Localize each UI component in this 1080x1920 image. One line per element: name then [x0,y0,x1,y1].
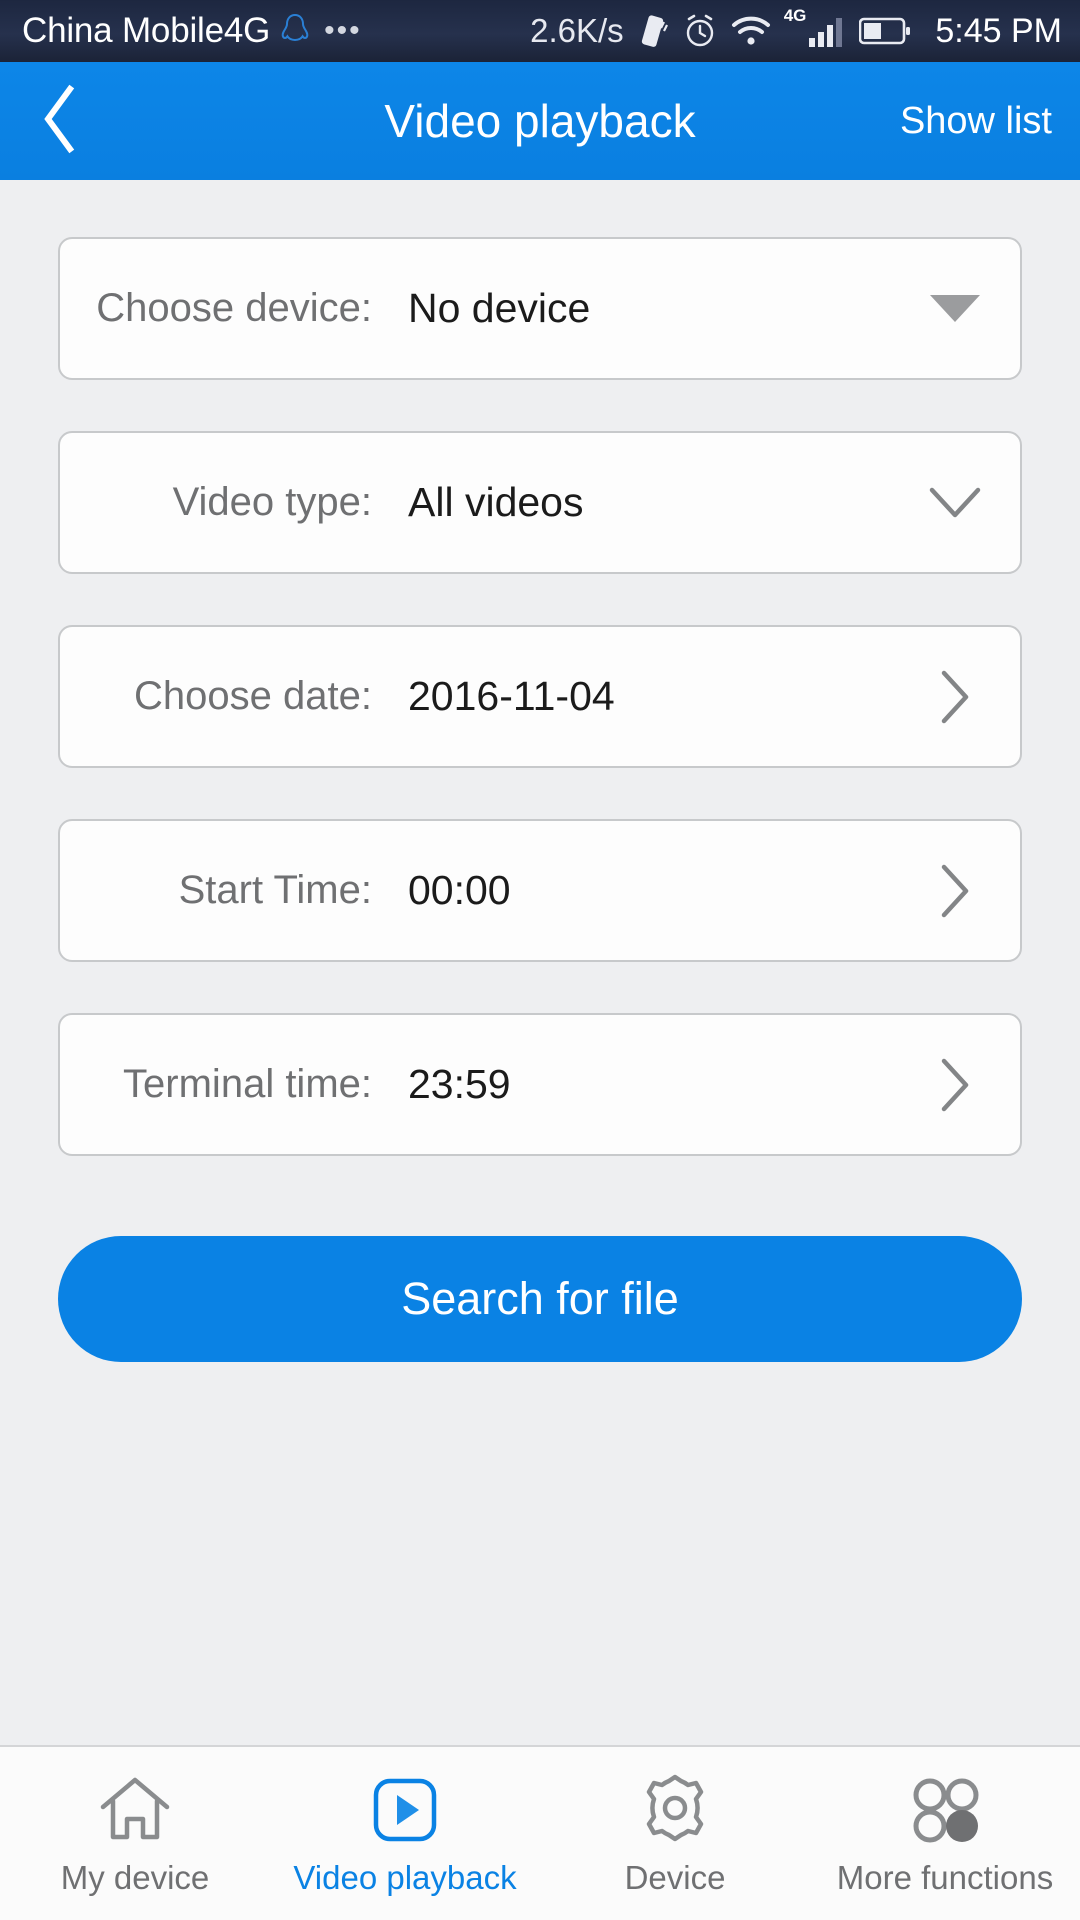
nav-label-video-playback: Video playback [293,1858,517,1896]
nav-item-more-functions[interactable]: More functions [810,1747,1080,1920]
choose-date-label: Choose date: [134,674,372,718]
status-bar: China Mobile4G ••• 2.6K/s 4G 5:45 PM [0,0,1080,62]
clock-label: 5:45 PM [935,11,1062,50]
more-dots-icon: ••• [324,14,362,47]
terminal-time-label: Terminal time: [123,1062,372,1106]
home-icon [97,1771,173,1845]
play-square-icon [370,1771,440,1845]
chevron-right-icon[interactable] [928,864,982,918]
nav-item-video-playback[interactable]: Video playback [270,1747,540,1920]
nav-label-more-functions: More functions [836,1858,1054,1896]
start-time-row[interactable]: Start Time: 00:00 [58,819,1022,962]
choose-device-label: Choose device: [96,286,372,330]
vibrate-icon [638,12,670,50]
network-type-label: 4G [783,6,807,25]
wifi-icon [730,14,772,48]
qq-penguin-icon [280,13,310,49]
chevron-down-icon[interactable] [928,476,982,530]
main-content: Choose device: No device Video type: All… [0,180,1080,1745]
back-button[interactable] [0,62,120,180]
video-type-row[interactable]: Video type: All videos [58,431,1022,574]
network-speed-label: 2.6K/s [530,12,624,49]
choose-date-value: 2016-11-04 [408,673,615,719]
start-time-value: 00:00 [408,867,511,913]
chevron-right-icon[interactable] [928,1058,982,1112]
nav-item-device[interactable]: Device [540,1747,810,1920]
chevron-left-icon [38,83,82,160]
app-header: Video playback Show list [0,62,1080,180]
chevron-right-icon[interactable] [928,670,982,724]
gear-icon [638,1771,712,1845]
bottom-navigation: My device Video playback Device More fun… [0,1745,1080,1920]
carrier-label: China Mobile4G [22,11,271,50]
terminal-time-row[interactable]: Terminal time: 23:59 [58,1013,1022,1156]
search-for-file-button[interactable]: Search for file [58,1236,1022,1362]
alarm-clock-icon [682,12,718,50]
nav-label-my-device: My device [60,1858,210,1896]
choose-device-value: No device [408,285,591,331]
triangle-down-icon[interactable] [928,282,982,336]
choose-date-row[interactable]: Choose date: 2016-11-04 [58,625,1022,768]
nav-item-my-device[interactable]: My device [0,1747,270,1920]
nav-label-device: Device [624,1858,726,1896]
video-type-value: All videos [408,479,584,525]
choose-device-row[interactable]: Choose device: No device [58,237,1022,380]
show-list-button[interactable]: Show list [900,100,1052,143]
four-circles-icon [908,1771,982,1845]
start-time-label: Start Time: [178,868,372,912]
terminal-time-value: 23:59 [408,1061,511,1107]
battery-icon [859,16,911,46]
video-type-label: Video type: [172,480,372,524]
app-screen: China Mobile4G ••• 2.6K/s 4G 5:45 PM Vid… [0,0,1080,1920]
signal-bars-icon [807,14,847,48]
